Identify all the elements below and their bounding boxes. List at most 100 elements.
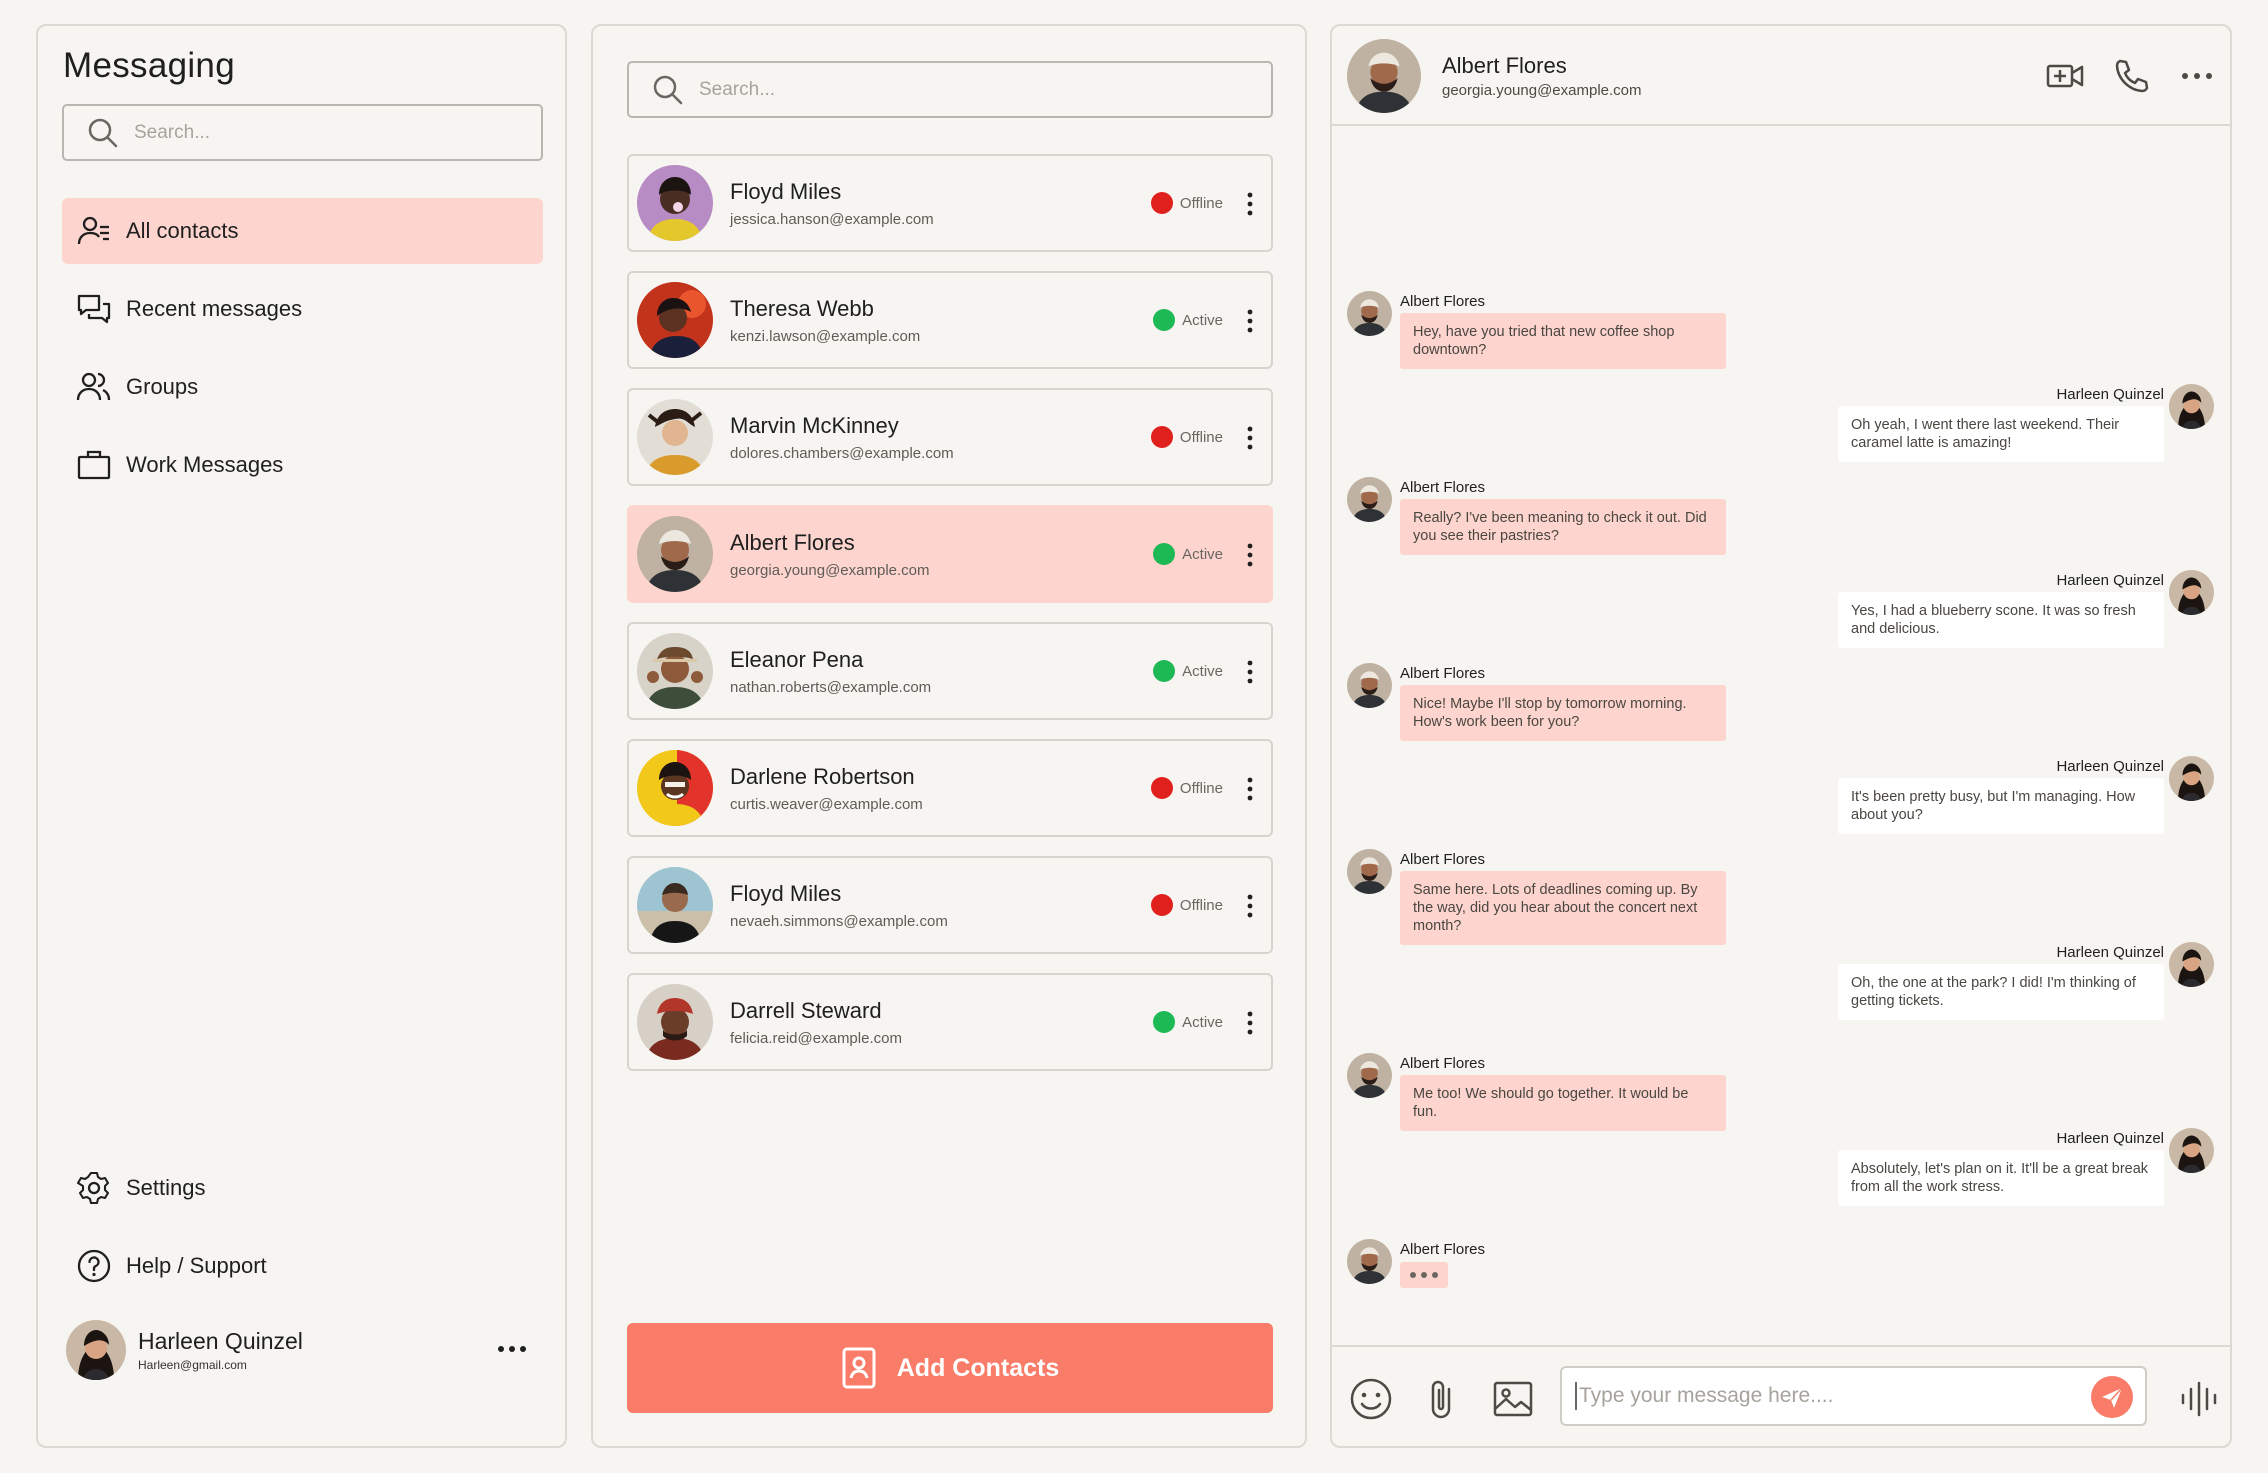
more-icon[interactable] bbox=[2177, 56, 2217, 96]
typing-dots-icon bbox=[1410, 1272, 1438, 1278]
message-input-placeholder: Type your message here.... bbox=[1579, 1384, 1834, 1407]
chat-contact-email: georgia.young@example.com bbox=[1442, 82, 1642, 99]
status-label: Offline bbox=[1179, 428, 1223, 446]
status-label: Offline bbox=[1179, 779, 1223, 797]
contact-name: Theresa Webb bbox=[730, 295, 874, 321]
status-dot bbox=[1153, 660, 1176, 682]
contact-email: felicia.reid@example.com bbox=[730, 1029, 902, 1047]
avatar bbox=[637, 750, 713, 826]
contact-name: Eleanor Pena bbox=[730, 646, 864, 672]
more-vertical-icon[interactable] bbox=[1247, 777, 1253, 801]
nav-groups[interactable]: Groups bbox=[62, 354, 543, 420]
video-call-icon[interactable] bbox=[2045, 56, 2085, 96]
contact-item[interactable]: Darrell Steward felicia.reid@example.com… bbox=[627, 973, 1273, 1071]
sidebar-search-input[interactable]: Search... bbox=[62, 104, 543, 161]
more-vertical-icon[interactable] bbox=[1247, 192, 1253, 216]
typing-sender: Albert Flores bbox=[1400, 1241, 1486, 1258]
nav-recent-messages[interactable]: Recent messages bbox=[62, 276, 543, 342]
message-sender: Harleen Quinzel bbox=[2056, 1130, 2164, 1147]
status-dot bbox=[1153, 1011, 1176, 1033]
avatar bbox=[1347, 1239, 1392, 1284]
contact-email: curtis.weaver@example.com bbox=[730, 795, 923, 813]
avatar bbox=[637, 633, 713, 709]
contact-email: nevaeh.simmons@example.com bbox=[730, 912, 948, 930]
chat-panel: Albert Flores georgia.young@example.com … bbox=[1330, 24, 2232, 1448]
contact-email: jessica.hanson@example.com bbox=[730, 210, 934, 228]
add-contacts-button[interactable]: Add Contacts bbox=[627, 1323, 1273, 1413]
contact-item[interactable]: Eleanor Pena nathan.roberts@example.com … bbox=[627, 622, 1273, 720]
avatar bbox=[637, 282, 713, 358]
incoming-message: Me too! We should go together. It would … bbox=[1400, 1075, 1726, 1131]
more-vertical-icon[interactable] bbox=[1247, 1011, 1253, 1035]
nav-label: All contacts bbox=[126, 218, 239, 243]
nav-work-messages[interactable]: Work Messages bbox=[62, 432, 543, 498]
voice-wave-icon[interactable] bbox=[2175, 1375, 2223, 1423]
contact-list-panel: Search... Floyd Miles jessica.hanson@exa… bbox=[591, 24, 1307, 1448]
contact-email: kenzi.lawson@example.com bbox=[730, 327, 921, 345]
avatar bbox=[1347, 291, 1392, 336]
settings-link[interactable]: Settings bbox=[76, 1168, 206, 1208]
incoming-message: Same here. Lots of deadlines coming up. … bbox=[1400, 871, 1726, 945]
send-button[interactable] bbox=[2091, 1376, 2133, 1418]
help-support-link[interactable]: Help / Support bbox=[76, 1246, 267, 1286]
status-badge: Active bbox=[1153, 660, 1223, 682]
message-sender: Albert Flores bbox=[1400, 665, 1486, 682]
sidebar-search-placeholder: Search... bbox=[134, 121, 211, 143]
avatar[interactable] bbox=[1347, 39, 1421, 113]
status-dot bbox=[1150, 192, 1173, 214]
add-contacts-label: Add Contacts bbox=[896, 1353, 1060, 1382]
avatar[interactable] bbox=[66, 1320, 126, 1380]
contact-search-input[interactable]: Search... bbox=[627, 61, 1273, 118]
contact-name: Floyd Miles bbox=[730, 178, 842, 204]
current-user: Harleen Quinzel Harleen@gmail.com bbox=[66, 1316, 541, 1384]
contact-email: dolores.chambers@example.com bbox=[730, 444, 954, 462]
contact-item-selected[interactable]: Albert Flores georgia.young@example.com … bbox=[627, 505, 1273, 603]
image-icon[interactable] bbox=[1489, 1375, 1537, 1423]
status-label: Offline bbox=[1179, 194, 1223, 212]
status-label: Active bbox=[1182, 1013, 1223, 1031]
contact-name: Darlene Robertson bbox=[730, 763, 915, 789]
more-vertical-icon[interactable] bbox=[1247, 894, 1253, 918]
status-label: Active bbox=[1182, 662, 1223, 680]
briefcase-icon bbox=[77, 450, 111, 480]
status-dot bbox=[1150, 426, 1173, 448]
contact-item[interactable]: Floyd Miles nevaeh.simmons@example.com O… bbox=[627, 856, 1273, 954]
more-vertical-icon[interactable] bbox=[1247, 426, 1253, 450]
more-vertical-icon[interactable] bbox=[1247, 543, 1253, 567]
status-label: Offline bbox=[1179, 896, 1223, 914]
more-vertical-icon[interactable] bbox=[1247, 309, 1253, 333]
contact-item[interactable]: Marvin McKinney dolores.chambers@example… bbox=[627, 388, 1273, 486]
status-label: Active bbox=[1182, 545, 1223, 563]
avatar bbox=[1347, 477, 1392, 522]
more-vertical-icon[interactable] bbox=[1247, 660, 1253, 684]
attachment-icon[interactable] bbox=[1419, 1375, 1467, 1423]
phone-icon[interactable] bbox=[2112, 56, 2152, 96]
user-name: Harleen Quinzel bbox=[138, 1328, 303, 1354]
outgoing-message: Oh yeah, I went there last weekend. Thei… bbox=[1838, 406, 2164, 462]
status-dot bbox=[1150, 777, 1173, 799]
contact-item[interactable]: Floyd Miles jessica.hanson@example.com O… bbox=[627, 154, 1273, 252]
nav-all-contacts[interactable]: All contacts bbox=[62, 198, 543, 264]
incoming-message: Nice! Maybe I'll stop by tomorrow mornin… bbox=[1400, 685, 1726, 741]
outgoing-message: Yes, I had a blueberry scone. It was so … bbox=[1838, 592, 2164, 648]
group-icon bbox=[76, 372, 111, 401]
search-icon bbox=[88, 118, 118, 147]
contact-name: Darrell Steward bbox=[730, 997, 882, 1023]
status-badge: Offline bbox=[1150, 777, 1223, 799]
avatar bbox=[1347, 849, 1392, 894]
emoji-icon[interactable] bbox=[1347, 1375, 1395, 1423]
chat-bubbles-icon bbox=[77, 294, 111, 324]
contact-item[interactable]: Darlene Robertson curtis.weaver@example.… bbox=[627, 739, 1273, 837]
contact-item[interactable]: Theresa Webb kenzi.lawson@example.com Ac… bbox=[627, 271, 1273, 369]
message-sender: Albert Flores bbox=[1400, 851, 1486, 868]
contact-search-placeholder: Search... bbox=[699, 78, 776, 100]
message-input[interactable]: Type your message here.... bbox=[1560, 1366, 2147, 1426]
sidebar: Messaging Search... All contacts Recent … bbox=[36, 24, 567, 1448]
avatar bbox=[2169, 1128, 2214, 1173]
typing-indicator bbox=[1400, 1262, 1448, 1288]
status-badge: Offline bbox=[1150, 894, 1223, 916]
contact-name: Marvin McKinney bbox=[730, 412, 899, 438]
search-icon bbox=[653, 75, 683, 104]
more-icon[interactable] bbox=[497, 1344, 527, 1354]
status-dot bbox=[1153, 309, 1176, 331]
